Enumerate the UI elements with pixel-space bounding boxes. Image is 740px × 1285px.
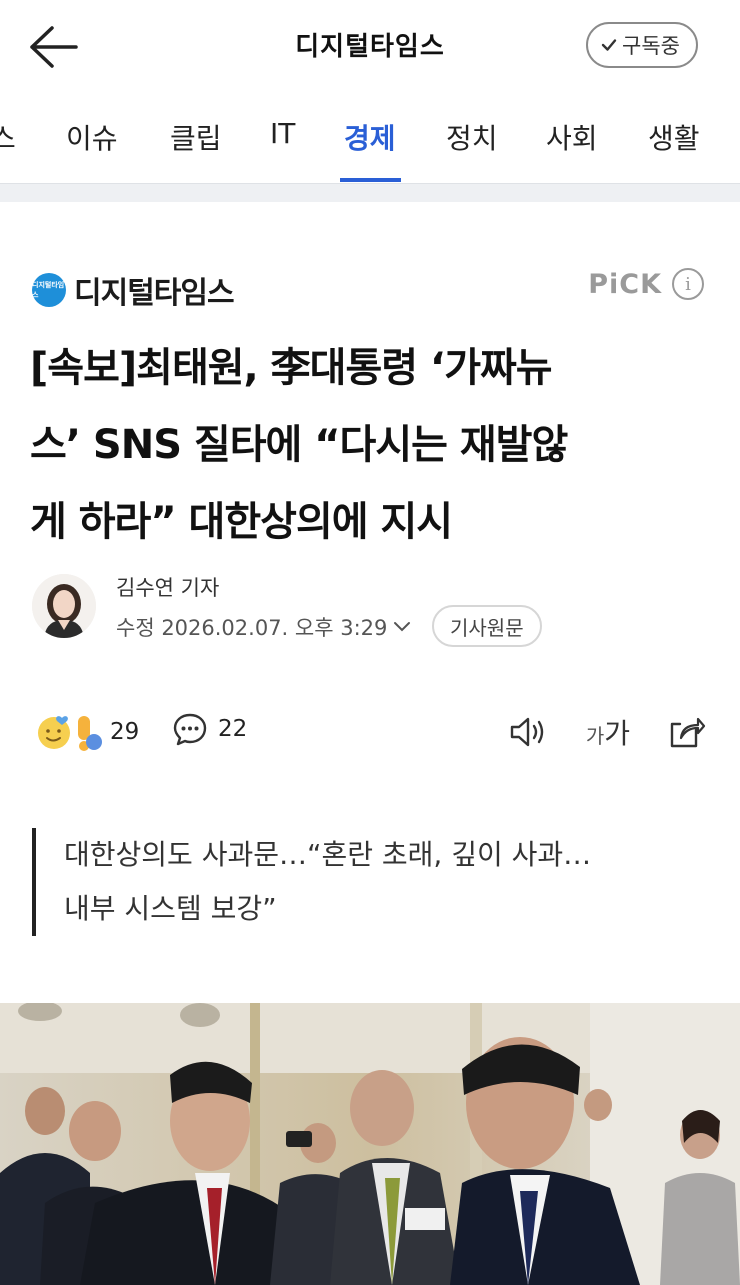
reporter-photo [32, 574, 96, 638]
font-small-glyph: 가 [585, 724, 605, 748]
section-divider [0, 183, 740, 202]
subscribe-label: 구독중 [622, 34, 680, 58]
original-article-button[interactable]: 기사원문 [432, 605, 542, 647]
article-date[interactable]: 수정 2026.02.07. 오후 3:29 [116, 612, 411, 642]
subheading-line: 대한상의도 사과문…“혼란 초래, 깊이 사과… [64, 838, 592, 871]
comment-button[interactable]: 22 [172, 712, 247, 746]
check-icon [601, 39, 617, 51]
pick-badge[interactable]: PiCK i [588, 268, 704, 300]
subheading-line: 내부 시스템 보강” [64, 892, 277, 925]
pick-label: PiCK [588, 268, 662, 300]
headline-line: [속보]최태원, 李대통령 ‘가짜뉴 [30, 345, 553, 391]
publisher-logo[interactable]: 디지털타임스 디지털타임스 [32, 268, 235, 312]
article-subheading: 대한상의도 사과문…“혼란 초래, 깊이 사과… 내부 시스템 보강” [32, 828, 712, 936]
reporter-name[interactable]: 김수연 기자 [116, 572, 219, 602]
tab-issue[interactable]: 이슈 [66, 117, 118, 157]
tab-politics[interactable]: 정치 [446, 117, 498, 157]
info-icon: i [672, 268, 704, 300]
speaker-icon[interactable] [508, 715, 548, 749]
article-tools: 가가 [508, 712, 706, 752]
reaction-count: 29 [110, 719, 140, 745]
publisher-name: 디지털타임스 [74, 276, 235, 311]
share-icon[interactable] [668, 714, 706, 750]
font-size-button[interactable]: 가가 [586, 712, 630, 752]
reporter-avatar[interactable] [32, 574, 96, 638]
tab-partial[interactable]: 스 [0, 117, 16, 157]
article-photo[interactable] [0, 1003, 740, 1285]
tab-clip[interactable]: 클립 [170, 117, 222, 157]
publisher-logo-mark: 디지털타임스 [32, 273, 66, 307]
headline-line: 스’ SNS 질타에 “다시는 재발않 [30, 422, 568, 468]
tab-society[interactable]: 사회 [546, 117, 598, 157]
chevron-down-icon [394, 622, 411, 632]
article-headline: [속보]최태원, 李대통령 ‘가짜뉴 스’ SNS 질타에 “다시는 재발않 게… [30, 330, 720, 561]
tab-life[interactable]: 생활 [648, 117, 700, 157]
top-bar: 디지털타임스 구독중 [0, 0, 740, 95]
font-large-glyph: 가 [604, 717, 630, 750]
comment-count: 22 [218, 716, 248, 742]
comment-icon [173, 713, 207, 746]
reaction-button[interactable]: 29 [36, 712, 139, 752]
active-tab-indicator [340, 178, 401, 182]
tab-it[interactable]: IT [270, 117, 295, 150]
headline-line: 게 하라” 대한상의에 지시 [30, 499, 453, 545]
article-photo-image [0, 1003, 740, 1285]
subscribe-button[interactable]: 구독중 [586, 22, 698, 68]
category-tabs: 스 이슈 클립 IT 경제 정치 사회 생활 [0, 95, 740, 183]
reaction-emoji-icon [38, 716, 102, 751]
date-label: 수정 2026.02.07. 오후 3:29 [116, 616, 388, 640]
tab-economy[interactable]: 경제 [344, 117, 396, 157]
